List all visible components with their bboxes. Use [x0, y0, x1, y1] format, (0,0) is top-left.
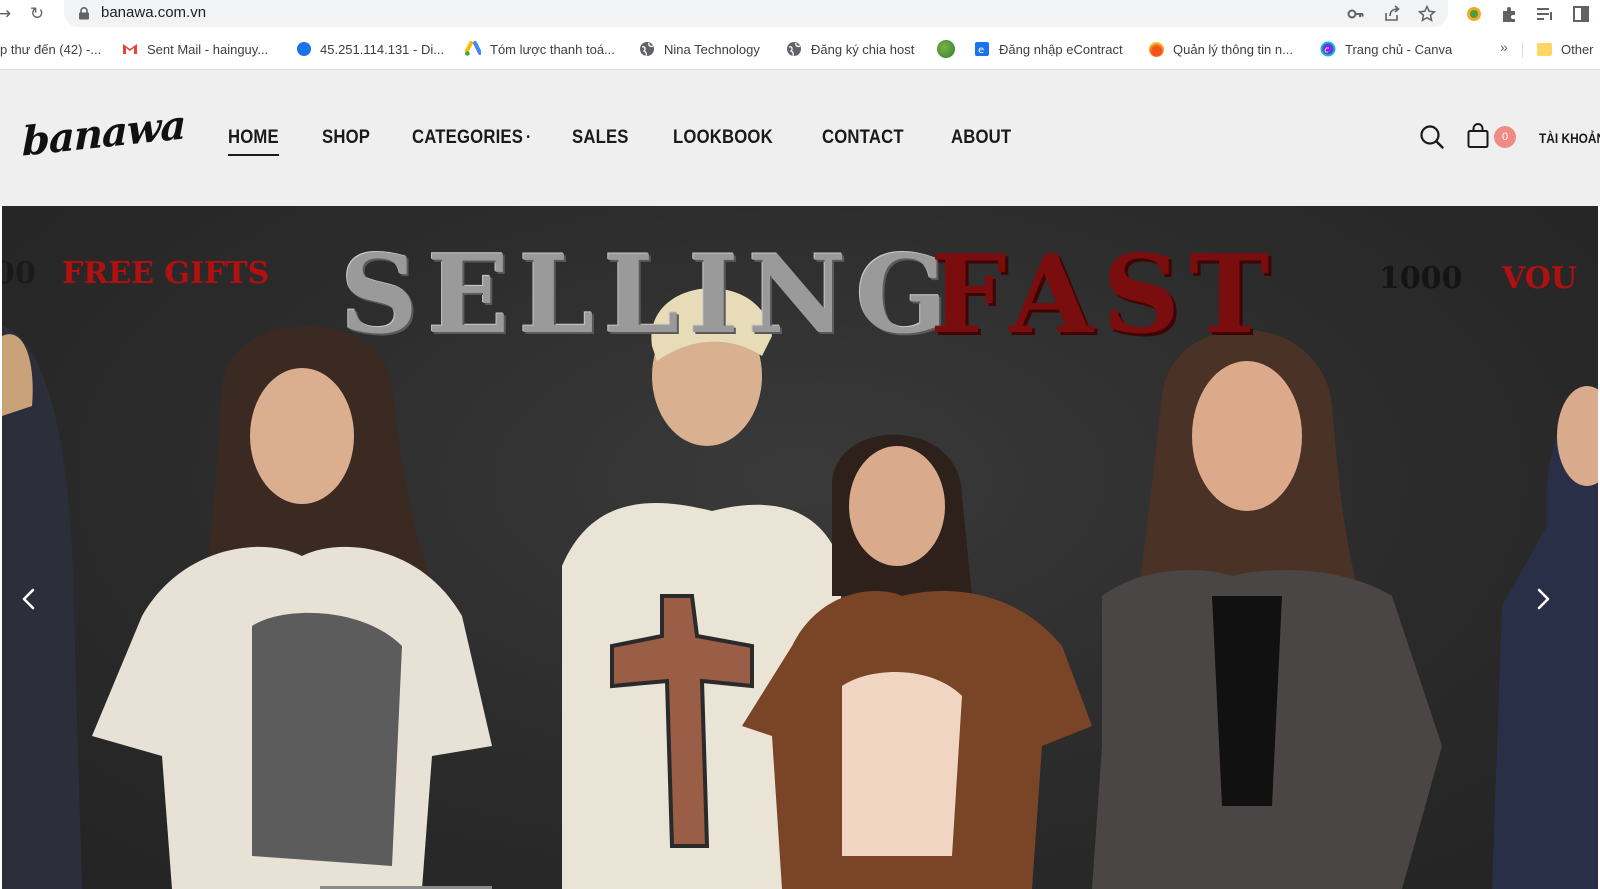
bookmarks-separator [1522, 42, 1523, 58]
green-app-icon [937, 40, 955, 58]
nav-home[interactable]: HOME [228, 127, 279, 156]
econtract-icon: e [975, 42, 989, 56]
orange-app-icon [1149, 41, 1164, 57]
bookmark-label: Sent Mail - hainguy... [147, 41, 269, 57]
forward-icon[interactable]: → [0, 4, 14, 24]
gmail-icon [123, 44, 137, 54]
bookmark-item[interactable]: Sent Mail - hainguy... [122, 40, 268, 58]
folder-icon [1537, 42, 1552, 56]
reload-icon[interactable]: ↻ [27, 4, 47, 24]
nav-contact[interactable]: CONTACT [822, 127, 904, 149]
puzzle-icon[interactable] [1499, 4, 1519, 24]
promo-right-number: 1000 [1379, 261, 1463, 296]
bookmark-item[interactable] [937, 40, 964, 58]
share-icon[interactable] [1382, 4, 1402, 24]
extension-badge-icon[interactable] [1464, 4, 1484, 24]
main-nav: HOME SHOP CATEGORIES • SALES LOOKBOOK CON… [228, 127, 1056, 156]
bookmark-item[interactable]: Đăng ký chia host [786, 40, 914, 58]
bookmark-label: p thư đến (42) -... [0, 41, 102, 57]
nav-categories[interactable]: CATEGORIES • [412, 127, 530, 149]
hero-title-fast: FAST [930, 232, 1279, 358]
site-header: banawa HOME SHOP CATEGORIES • SALES LOOKB… [0, 70, 1600, 206]
browser-toolbar: → ↻ banawa.com.vn [0, 0, 1600, 27]
bookmark-item[interactable]: Tóm lược thanh toá... [465, 40, 615, 58]
bookmarks-more-icon[interactable]: » [1500, 39, 1508, 55]
lock-icon [79, 7, 89, 20]
svg-text:c: c [1324, 46, 1329, 56]
nav-lookbook[interactable]: LOOKBOOK [673, 127, 773, 149]
bookmark-item[interactable]: c Trang chủ - Canva [1320, 40, 1452, 58]
bookmarks-bar: p thư đến (42) -... Sent Mail - hainguy.… [0, 27, 1600, 70]
bookmark-label: Trang chủ - Canva [1345, 41, 1453, 57]
address-bar[interactable]: banawa.com.vn [64, 0, 1448, 27]
google-ads-icon [465, 41, 481, 56]
promo-right-text: VOU [1502, 261, 1578, 296]
bookmark-item[interactable]: p thư đến (42) -... [0, 40, 101, 58]
bookmark-label: Nina Technology [664, 41, 760, 57]
promo-left-text: FREE GIFTS [62, 256, 270, 291]
bookmark-label: Tóm lược thanh toá... [490, 41, 615, 57]
nav-about[interactable]: ABOUT [951, 127, 1011, 149]
bookmark-label: 45.251.114.131 - Di... [320, 41, 445, 57]
hero-slider: 00 FREE GIFTS SELLING FAST 1000 VOU [2, 206, 1598, 889]
reading-list-icon[interactable] [1535, 4, 1555, 24]
bookmark-label: Đăng ký chia host [811, 41, 915, 57]
key-icon[interactable] [1346, 4, 1366, 24]
bookmark-label: Quản lý thông tin n... [1173, 41, 1293, 57]
dropdown-dot-icon: • [527, 132, 531, 144]
slider-next-arrow-icon[interactable] [1530, 586, 1556, 612]
hero-title-selling: SELLING [340, 232, 957, 358]
promo-left-number: 00 [2, 256, 36, 291]
nav-sales[interactable]: SALES [572, 127, 629, 149]
svg-text:e: e [978, 45, 984, 56]
nav-categories-label: CATEGORIES [412, 127, 524, 148]
url-text[interactable]: banawa.com.vn [101, 4, 206, 21]
bookmark-item[interactable]: e Đăng nhập eContract [974, 40, 1123, 58]
bookmark-item[interactable]: 45.251.114.131 - Di... [297, 40, 444, 58]
bookmark-label: Đăng nhập eContract [999, 41, 1123, 57]
account-link[interactable]: TÀI KHOẢN [1539, 130, 1600, 146]
other-bookmarks-label: Other [1561, 41, 1594, 57]
canva-icon: c [1320, 41, 1336, 57]
blue-circle-icon [297, 42, 311, 56]
models-photo [2, 288, 1598, 889]
search-icon[interactable] [1419, 124, 1445, 150]
nav-shop[interactable]: SHOP [322, 127, 370, 149]
bookmark-item[interactable]: Quản lý thông tin n... [1149, 40, 1293, 58]
slider-prev-arrow-icon[interactable] [16, 586, 42, 612]
other-bookmarks[interactable]: Other [1537, 40, 1594, 58]
bookmark-item[interactable]: Nina Technology [639, 40, 760, 58]
star-icon[interactable] [1417, 4, 1437, 24]
shopping-bag-icon[interactable] [1466, 123, 1490, 149]
globe-icon [787, 42, 801, 57]
side-panel-icon[interactable] [1571, 4, 1591, 24]
cart-count-badge: 0 [1494, 126, 1516, 148]
banawa-logo[interactable]: banawa [22, 101, 185, 165]
globe-icon [640, 42, 654, 57]
